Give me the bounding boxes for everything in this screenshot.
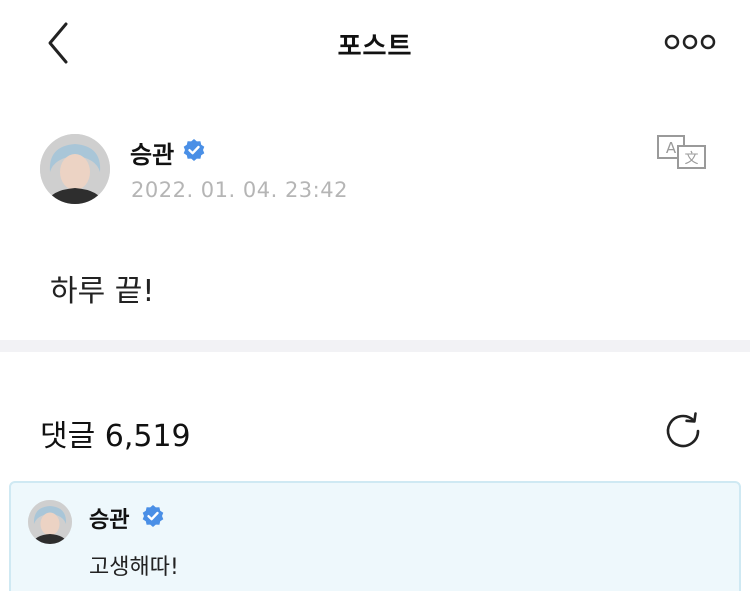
more-horizontal-icon: [664, 34, 716, 50]
translate-icon: A 文: [657, 135, 706, 169]
section-divider: [0, 340, 750, 352]
author-avatar[interactable]: [40, 134, 110, 204]
top-bar: 포스트: [0, 0, 750, 88]
refresh-button[interactable]: [662, 410, 704, 452]
comment-text: 고생해따!: [89, 555, 179, 580]
verified-badge-icon: [142, 505, 164, 527]
verified-badge-icon: [183, 139, 205, 161]
comments-count: 댓글 6,519: [40, 419, 191, 454]
svg-text:文: 文: [685, 151, 699, 167]
refresh-icon: [666, 412, 700, 448]
author-name[interactable]: 승관: [130, 135, 174, 170]
post-timestamp: 2022. 01. 04. 23:42: [131, 178, 348, 202]
post-body: 하루 끝!: [50, 274, 155, 309]
page-title: 포스트: [337, 32, 413, 62]
comment-author-name[interactable]: 승관: [89, 502, 129, 534]
more-options-button[interactable]: [662, 30, 718, 54]
svg-text:A: A: [666, 139, 677, 157]
comment-author-avatar[interactable]: [28, 500, 72, 544]
translate-button[interactable]: A 文: [656, 134, 708, 170]
